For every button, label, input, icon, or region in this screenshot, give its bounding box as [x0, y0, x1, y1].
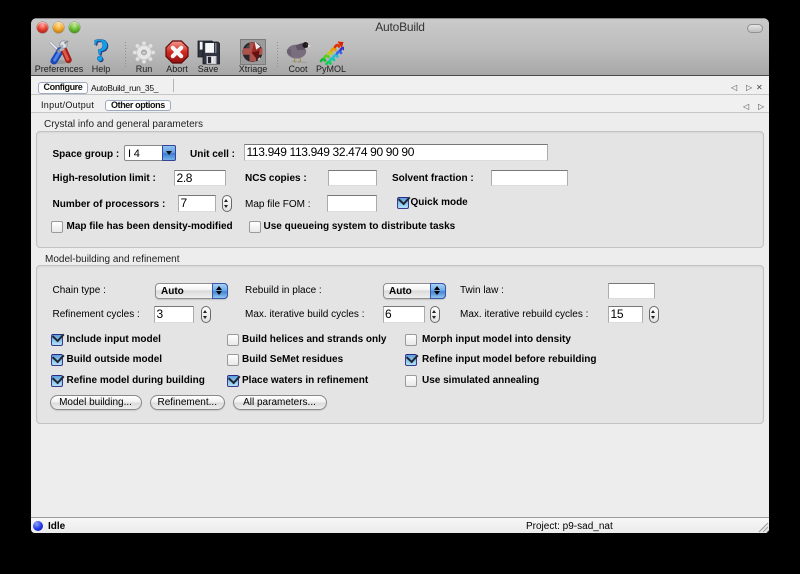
svg-text:?: ?	[93, 38, 110, 65]
